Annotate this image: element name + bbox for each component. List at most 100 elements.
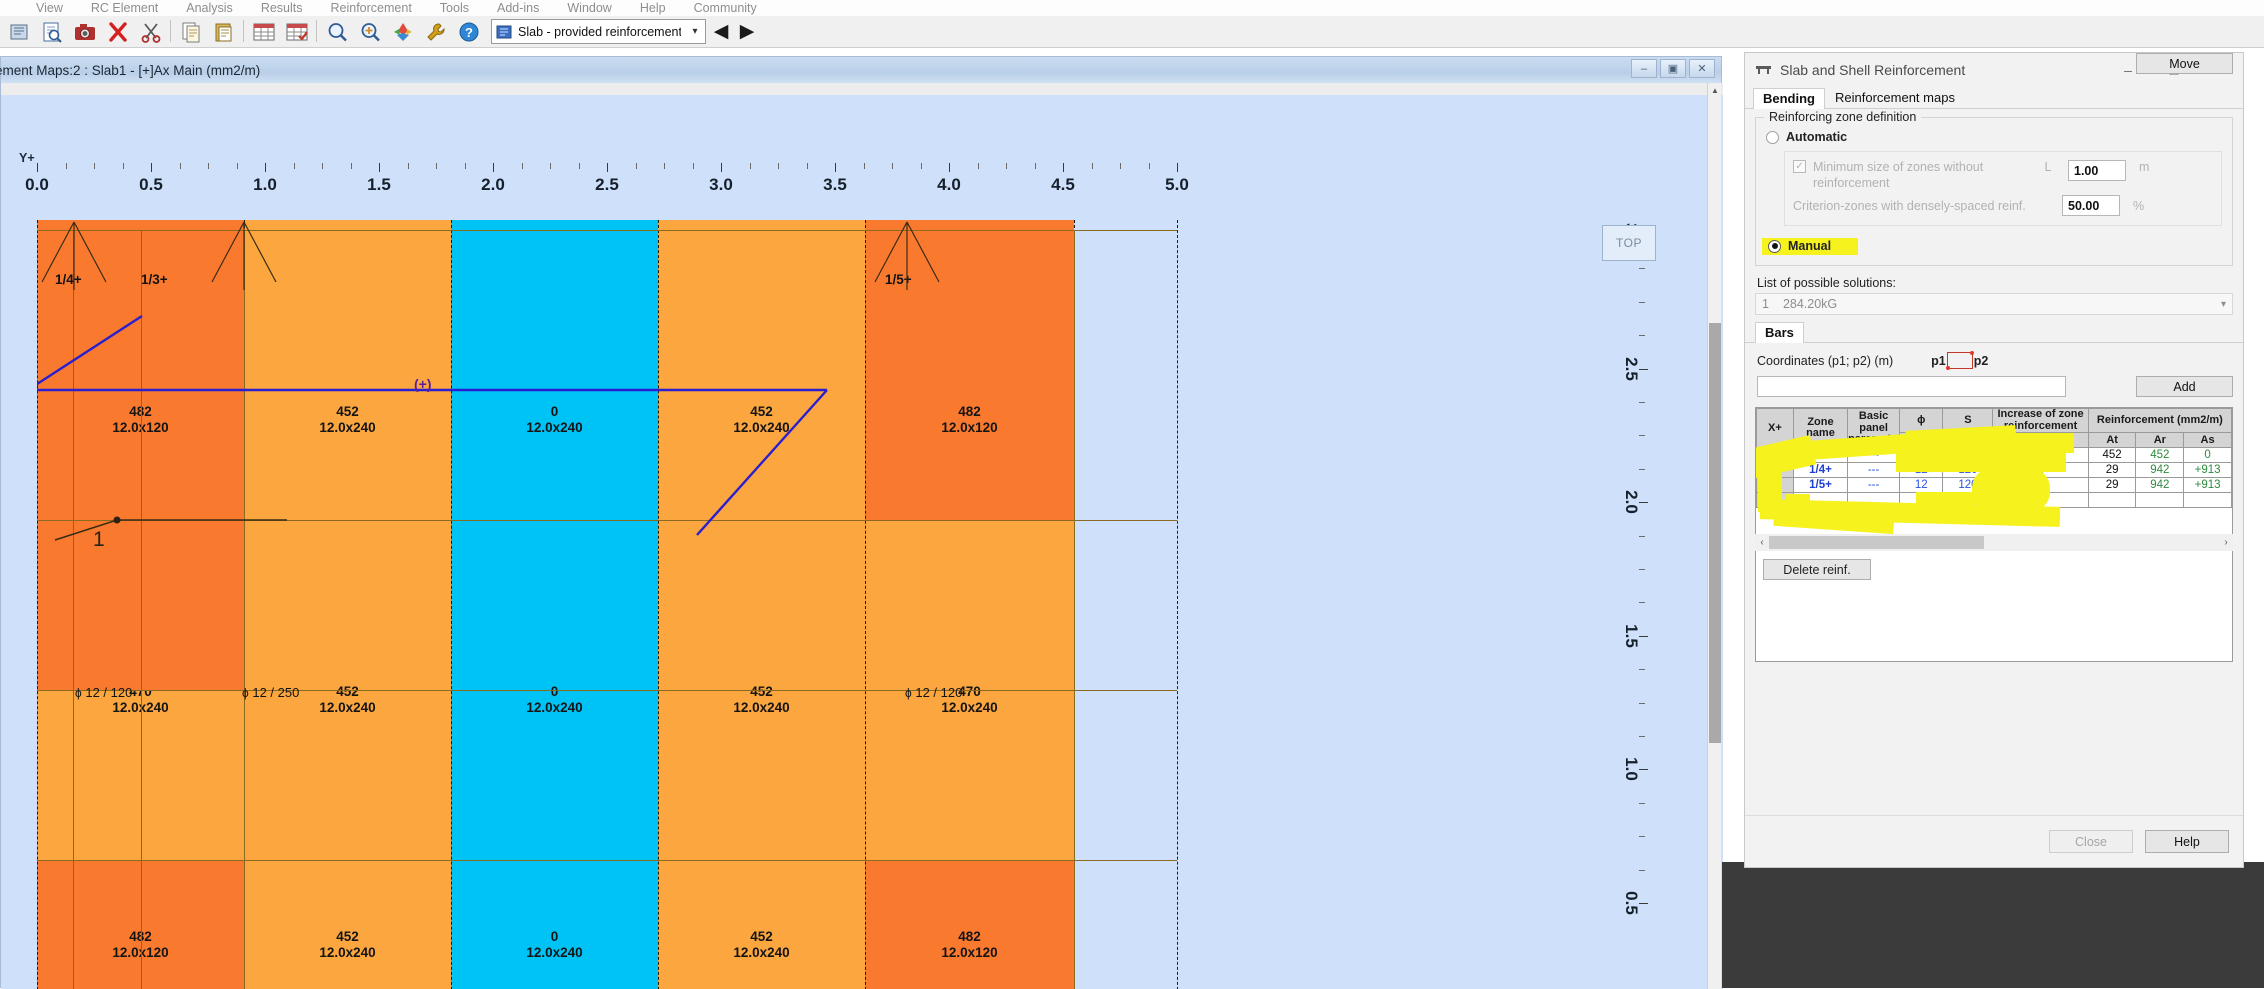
tab-bending[interactable]: Bending <box>1753 88 1825 109</box>
table-cell-phi[interactable]: 12 <box>1899 447 1944 464</box>
table-cell-at[interactable]: 452 <box>2087 447 2137 464</box>
tab-bars[interactable]: Bars <box>1755 322 1804 344</box>
table-row[interactable]: 5 1/5+ --- 12 120 29 942 +913 <box>1756 477 2232 494</box>
menu-item-view[interactable]: View <box>22 0 77 16</box>
table-calc-icon[interactable] <box>248 18 279 46</box>
menu-item-add-ins[interactable]: Add-ins <box>483 0 553 16</box>
menu-item-tools[interactable]: Tools <box>426 0 483 16</box>
table-cell-phi[interactable]: 12 <box>1899 477 1944 494</box>
table-cell-idx[interactable]: 5 <box>1756 477 1794 494</box>
th-s[interactable]: S <box>1942 408 1994 434</box>
menu-item-results[interactable]: Results <box>247 0 317 16</box>
table-cell-idx[interactable]: * <box>1756 492 1794 509</box>
tab-reinforcement-maps[interactable]: Reinforcement maps <box>1825 87 1965 108</box>
scroll-left-icon[interactable]: ‹ <box>1755 537 1769 548</box>
move-button[interactable]: Move <box>2136 53 2233 74</box>
partial-icon[interactable] <box>3 18 34 46</box>
table-cell-as[interactable]: +913 <box>2183 462 2232 479</box>
table-cell-zone[interactable]: 1/3+ <box>1792 447 1849 464</box>
criterion-value-input[interactable]: 50.00 <box>2062 195 2120 217</box>
slab-zone-cell[interactable]: 452 12.0x240 <box>658 220 865 520</box>
delete-reinf-button[interactable]: Delete reinf. <box>1763 559 1871 580</box>
th-phi[interactable]: ϕ <box>1899 408 1944 434</box>
th-index[interactable]: X+ <box>1756 408 1794 449</box>
paste-icon[interactable] <box>208 18 239 46</box>
table-row[interactable]: 4 1/4+ --- 12 120 29 942 +913 <box>1756 462 2232 479</box>
table-cell-zone[interactable]: 1/5+ <box>1792 477 1849 494</box>
manual-radio[interactable] <box>1768 239 1781 253</box>
menu-item-help[interactable]: Help <box>626 0 680 16</box>
slab-zone-cell[interactable]: 452 12.0x240 <box>658 860 865 989</box>
help-circle-icon[interactable]: ? <box>453 18 484 46</box>
p1-p2-widget[interactable]: p1 p2 <box>1931 351 1988 371</box>
scroll-right-icon[interactable]: › <box>2219 537 2233 548</box>
help-button[interactable]: Help <box>2145 830 2229 853</box>
chevron-down-icon[interactable]: ▾ <box>687 26 703 37</box>
next-button[interactable]: ▶ <box>736 18 758 46</box>
th-plus-n[interactable]: +n <box>2042 432 2089 449</box>
slab-zone-cell[interactable]: 0 12.0x240 <box>451 220 658 520</box>
slab-zone-cell[interactable]: 0 12.0x240 <box>451 860 658 989</box>
table-cell-ar[interactable]: 942 <box>2135 462 2185 479</box>
menu-item-window[interactable]: Window <box>553 0 625 16</box>
table-cell-phi[interactable] <box>1899 492 1944 509</box>
scroll-up-icon[interactable]: ▲ <box>1708 83 1722 97</box>
table-cell-n[interactable] <box>2042 477 2089 494</box>
min-size-checkbox[interactable]: ✓ <box>1793 160 1806 173</box>
table-cell-n[interactable] <box>2042 492 2089 509</box>
table-cell-basic[interactable]: --- <box>1847 447 1901 464</box>
reinforcement-type-combo[interactable]: Slab - provided reinforcement ▾ <box>491 19 706 44</box>
zoom-icon[interactable] <box>321 18 352 46</box>
table-cell-as[interactable]: 0 <box>2183 447 2232 464</box>
table-cell-ar[interactable]: 452 <box>2135 447 2185 464</box>
th-as[interactable]: As <box>2183 432 2232 449</box>
add-button[interactable]: Add <box>2136 376 2233 398</box>
table-cell-inc[interactable] <box>1992 462 2044 479</box>
drawing-canvas[interactable]: Y+ 0.00.51.01.52.02.53.03.54.04.55.0 3.0… <box>1 83 1723 989</box>
mdi-close-button[interactable]: ✕ <box>1689 59 1715 78</box>
table-cell-n[interactable] <box>2042 462 2089 479</box>
table-cell-basic[interactable] <box>1847 492 1901 509</box>
p1-p2-box[interactable] <box>1945 351 1974 371</box>
table-cell-inc[interactable] <box>1992 477 2044 494</box>
table-cell-inc[interactable] <box>1992 492 2044 509</box>
wrench-icon[interactable] <box>420 18 451 46</box>
table-horizontal-scrollbar[interactable]: ‹ › <box>1755 534 2233 551</box>
menu-item-analysis[interactable]: Analysis <box>172 0 247 16</box>
table-cell-s[interactable]: 250 <box>1942 447 1994 464</box>
th-zone-name[interactable]: Zone name <box>1792 408 1849 449</box>
scissors-icon[interactable] <box>135 18 166 46</box>
table-cell-ar[interactable] <box>2135 492 2185 509</box>
prev-button[interactable]: ◀ <box>710 18 732 46</box>
th-ar[interactable]: Ar <box>2135 432 2185 449</box>
chevron-down-icon[interactable]: ▾ <box>2221 299 2226 310</box>
table-cell-basic[interactable]: --- <box>1847 462 1901 479</box>
table-cell-as[interactable] <box>2183 492 2232 509</box>
close-button[interactable]: Close <box>2049 830 2133 853</box>
colormap-icon[interactable] <box>387 18 418 46</box>
menu-item-reinforcement[interactable]: Reinforcement <box>317 0 426 16</box>
table-check-icon[interactable] <box>281 18 312 46</box>
print-preview-icon[interactable] <box>36 18 67 46</box>
table-cell-idx[interactable]: 4 <box>1756 462 1794 479</box>
th-reinforcement[interactable]: Reinforcement (mm2/m) <box>2087 408 2232 434</box>
copy-icon[interactable] <box>175 18 206 46</box>
delete-x-icon[interactable] <box>102 18 133 46</box>
table-cell-at[interactable]: 29 <box>2087 477 2137 494</box>
manual-radio-row[interactable]: Manual <box>1762 237 1858 255</box>
table-cell-zone[interactable] <box>1792 492 1849 509</box>
table-cell-at[interactable]: 29 <box>2087 462 2137 479</box>
slab-zone-cell[interactable]: 452 12.0x240 <box>244 860 451 989</box>
table-cell-phi[interactable]: 12 <box>1899 462 1944 479</box>
menu-item-community[interactable]: Community <box>680 0 771 16</box>
min-size-value-input[interactable]: 1.00 <box>2068 160 2126 181</box>
table-cell-n[interactable] <box>2042 447 2089 464</box>
horizontal-scroll-thumb[interactable] <box>1769 536 1984 549</box>
table-cell-at[interactable] <box>2087 492 2137 509</box>
table-cell-s[interactable]: 120 <box>1942 477 1994 494</box>
table-cell-inc[interactable] <box>1992 447 2044 464</box>
table-cell-idx[interactable]: 3 <box>1756 447 1794 464</box>
th-increase[interactable]: Increase of zone reinforcement <box>1992 408 2089 434</box>
table-cell-s[interactable]: 120 <box>1942 462 1994 479</box>
th-basic-panel[interactable]: Basic panel parameters <box>1847 408 1907 449</box>
